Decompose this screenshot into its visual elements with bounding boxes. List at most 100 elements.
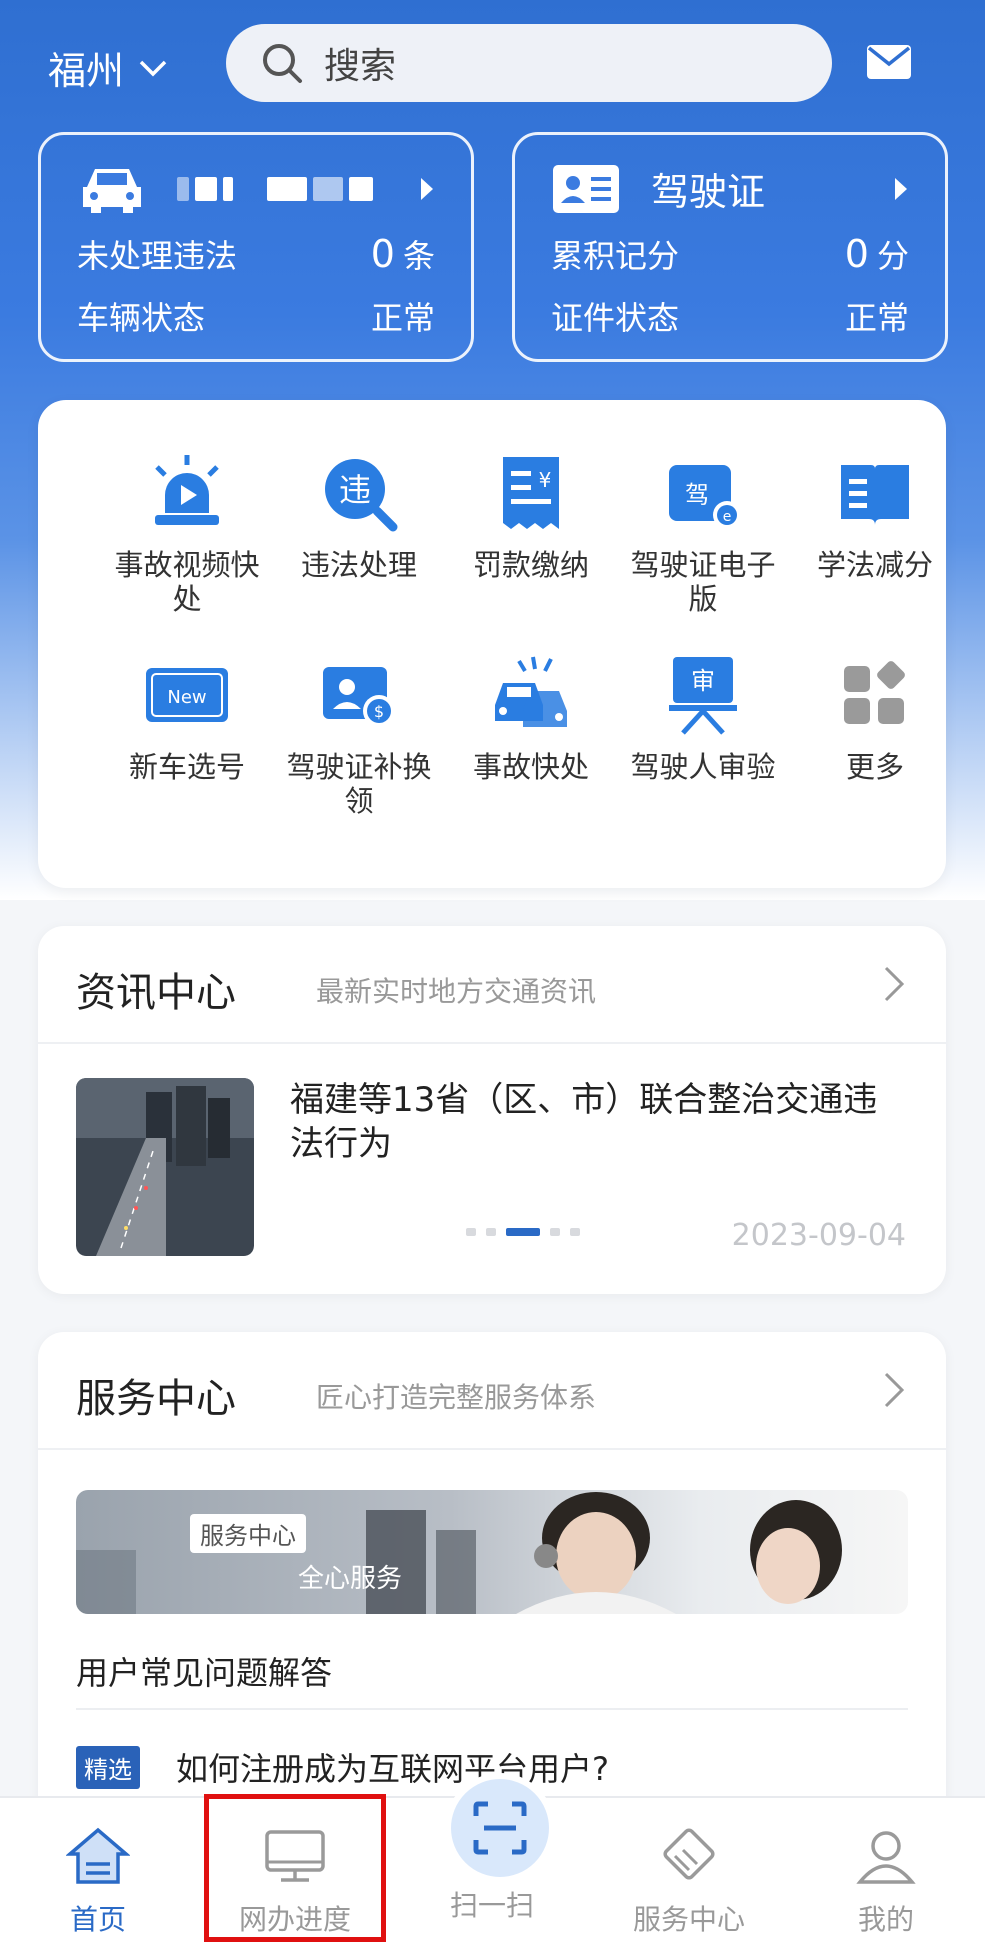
search-placeholder: 搜索 — [324, 46, 397, 87]
top-bar: 福州 搜索 — [0, 0, 985, 128]
annotation-highlight-box — [204, 1794, 386, 1942]
svg-text:$: $ — [374, 702, 384, 721]
quick-action-label: 驾驶证补换领 — [286, 750, 432, 818]
violations-unit: 条 — [402, 237, 435, 275]
chevron-right-icon[interactable] — [882, 964, 906, 1004]
vehicle-card[interactable]: 未处理违法 0条 车辆状态 正常 — [38, 132, 474, 362]
police-light-icon — [155, 455, 219, 525]
quick-action-study-reduce[interactable]: 学法减分 — [790, 448, 960, 582]
quick-actions-panel: 事故视频快处 违 违法处理 ¥ 罚款缴纳 驾e 驾驶证电子版 学法减分 New … — [38, 400, 946, 888]
quick-action-label: 新车选号 — [128, 750, 245, 784]
violations-count: 0 — [370, 232, 395, 276]
news-panel: 资讯中心 最新实时地方交通资讯 福建等13省（区、市）联合整治交通违法行为 20… — [38, 926, 946, 1294]
featured-badge: 精选 — [76, 1745, 140, 1789]
quick-action-accident-quick[interactable]: 事故快处 — [446, 650, 616, 784]
carousel-dot[interactable] — [570, 1228, 580, 1236]
license-card[interactable]: 驾驶证 累积记分 0分 证件状态 正常 — [512, 132, 948, 362]
quick-action-label: 事故快处 — [472, 750, 589, 784]
tab-home-label: 首页 — [69, 1903, 126, 1936]
license-status-value: 正常 — [844, 299, 909, 337]
search-input[interactable]: 搜索 — [226, 24, 832, 102]
quick-action-label: 更多 — [845, 750, 904, 784]
vehicle-status-value: 正常 — [370, 299, 435, 337]
news-item[interactable]: 福建等13省（区、市）联合整治交通违法行为 2023-09-04 — [76, 1078, 906, 1258]
news-date: 2023-09-04 — [731, 1218, 906, 1253]
news-headline: 福建等13省（区、市）联合整治交通违法行为 — [290, 1080, 878, 1164]
car-icon — [83, 169, 141, 213]
home-icon — [65, 1827, 131, 1884]
carousel-dot[interactable] — [486, 1228, 496, 1236]
news-thumbnail — [76, 1078, 254, 1256]
tab-mine-label: 我的 — [857, 1903, 914, 1936]
chevron-right-icon[interactable] — [882, 1370, 906, 1410]
quick-action-label: 驾驶证电子版 — [630, 548, 776, 616]
user-icon — [856, 1831, 916, 1884]
tab-scan-label: 扫一扫 — [449, 1889, 534, 1922]
search-icon — [263, 44, 302, 83]
banner-tag: 服务中心 — [190, 1514, 306, 1553]
points-label: 累积记分 — [551, 237, 680, 275]
quick-action-label: 学法减分 — [816, 548, 933, 582]
violation-search-icon: 违 — [325, 459, 398, 532]
license-card-title: 驾驶证 — [651, 170, 766, 214]
carousel-dot-active[interactable] — [506, 1228, 540, 1236]
chevron-right-icon — [895, 177, 907, 200]
svg-text:驾: 驾 — [685, 481, 709, 509]
service-title: 服务中心 — [76, 1376, 236, 1422]
quick-action-new-plate[interactable]: New 新车选号 — [102, 650, 272, 784]
scan-button[interactable] — [445, 1773, 555, 1883]
handshake-icon — [663, 1828, 715, 1880]
tab-mine[interactable]: 我的 — [806, 1826, 966, 1938]
quick-action-e-license[interactable]: 驾e 驾驶证电子版 — [618, 448, 788, 616]
license-status-label: 证件状态 — [551, 299, 680, 337]
id-card-icon — [553, 164, 619, 213]
vehicle-status-label: 车辆状态 — [77, 299, 206, 337]
carousel-dot[interactable] — [466, 1228, 476, 1236]
faq-title: 用户常见问题解答 — [76, 1654, 333, 1692]
mail-icon[interactable] — [866, 44, 912, 80]
new-plate-icon: New — [146, 668, 228, 722]
carousel-dots — [466, 1228, 580, 1236]
quick-action-more[interactable]: 更多 — [790, 650, 960, 784]
news-title: 资讯中心 — [76, 970, 236, 1016]
quick-action-violation[interactable]: 违 违法处理 — [274, 448, 444, 582]
quick-action-label: 罚款缴纳 — [472, 548, 589, 582]
quick-action-fine-payment[interactable]: ¥ 罚款缴纳 — [446, 448, 616, 582]
license-plate-masked — [177, 177, 379, 201]
license-renew-icon: $ — [323, 667, 395, 727]
quick-action-label: 违法处理 — [300, 548, 417, 582]
violations-label: 未处理违法 — [77, 237, 238, 275]
svg-text:New: New — [167, 687, 206, 708]
grid-more-icon — [844, 661, 905, 724]
svg-text:e: e — [723, 509, 732, 525]
tab-service-label: 服务中心 — [632, 1903, 745, 1936]
quick-action-license-renew[interactable]: $ 驾驶证补换领 — [274, 650, 444, 818]
quick-action-accident-video[interactable]: 事故视频快处 — [102, 448, 272, 616]
svg-text:违: 违 — [339, 471, 371, 509]
quick-action-label: 事故视频快处 — [114, 548, 260, 616]
tab-service[interactable]: 服务中心 — [609, 1826, 769, 1938]
points-unit: 分 — [876, 237, 909, 275]
divider — [38, 1042, 946, 1044]
review-icon: 审 — [669, 657, 737, 735]
service-subtitle: 匠心打造完整服务体系 — [316, 1381, 597, 1414]
tab-scan-label-wrap[interactable]: 扫一扫 — [412, 1884, 572, 1924]
svg-text:¥: ¥ — [539, 468, 552, 492]
divider — [38, 1448, 946, 1450]
scan-icon — [473, 1801, 527, 1855]
tab-home[interactable]: 首页 — [18, 1826, 178, 1938]
divider — [76, 1708, 908, 1710]
service-banner[interactable]: 服务中心 全心服务 — [76, 1490, 908, 1614]
points-value: 0 — [844, 232, 869, 276]
svg-text:审: 审 — [691, 667, 715, 695]
car-crash-icon — [495, 656, 567, 727]
faq-question: 如何注册成为互联网平台用户? — [176, 1750, 609, 1788]
banner-text: 全心服务 — [298, 1564, 403, 1594]
city-label: 福州 — [48, 49, 125, 93]
carousel-dot[interactable] — [550, 1228, 560, 1236]
city-selector[interactable]: 福州 — [48, 40, 168, 95]
e-license-icon: 驾e — [669, 465, 741, 529]
quick-action-driver-review[interactable]: 审 驾驶人审验 — [618, 650, 788, 784]
chevron-down-icon — [139, 60, 167, 76]
quick-action-label: 驾驶人审验 — [630, 750, 776, 784]
